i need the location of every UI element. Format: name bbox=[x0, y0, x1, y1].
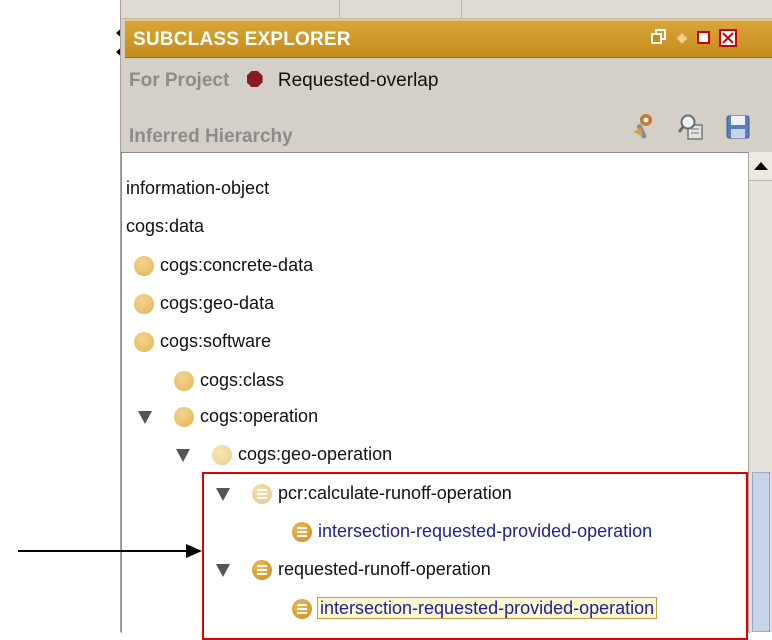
close-icon[interactable] bbox=[719, 29, 737, 47]
annotation-arrow bbox=[18, 550, 188, 552]
tree-row-clipped bbox=[126, 153, 130, 159]
arrow-head-icon bbox=[186, 544, 202, 558]
tree-item[interactable]: cogs:concrete-data bbox=[134, 250, 313, 280]
tree-item-label: information-object bbox=[126, 178, 270, 198]
tree-item-label: cogs:class bbox=[200, 370, 285, 390]
wrench-icon[interactable] bbox=[629, 112, 659, 142]
top-strip bbox=[121, 0, 772, 19]
class-icon bbox=[212, 445, 232, 466]
class-icon bbox=[134, 256, 154, 277]
tree-item[interactable]: information-object bbox=[126, 173, 269, 203]
tree-item[interactable]: cogs:software bbox=[134, 326, 271, 356]
hierarchy-label: Inferred Hierarchy bbox=[129, 126, 293, 147]
scroll-up-icon[interactable] bbox=[749, 152, 772, 181]
restore-icon[interactable] bbox=[651, 29, 667, 45]
tree-item[interactable]: cogs:data bbox=[126, 211, 204, 241]
class-icon bbox=[174, 371, 194, 392]
search-icon[interactable] bbox=[677, 112, 707, 142]
tree-item[interactable]: cogs:operation bbox=[138, 401, 318, 431]
project-label: For Project bbox=[129, 70, 230, 91]
tree-item-label: cogs:concrete-data bbox=[160, 255, 314, 275]
vertical-scrollbar[interactable] bbox=[748, 152, 772, 632]
project-name: Requested-overlap bbox=[277, 70, 439, 91]
tree-item[interactable]: cogs:geo-operation bbox=[176, 439, 392, 469]
tree-item-label: cogs:operation bbox=[200, 406, 319, 426]
expand-toggle-icon[interactable] bbox=[176, 448, 190, 462]
highlight-box bbox=[202, 472, 748, 640]
panel-titlebar: SUBCLASS EXPLORER ◆ bbox=[125, 20, 772, 58]
project-row: For Project Requested-overlap bbox=[129, 70, 438, 94]
tree-item-label: cogs:geo-data bbox=[160, 293, 275, 313]
project-icon bbox=[246, 71, 263, 87]
tree-item-label: cogs:geo-operation bbox=[238, 444, 393, 464]
class-icon bbox=[134, 294, 154, 315]
tree-item[interactable]: cogs:geo-data bbox=[134, 288, 274, 318]
pin-icon[interactable]: ◆ bbox=[674, 29, 690, 45]
tree-item-label: cogs:data bbox=[126, 216, 205, 236]
expand-toggle-icon[interactable] bbox=[138, 410, 152, 424]
class-icon bbox=[134, 332, 154, 353]
strip-divider bbox=[461, 0, 462, 18]
tree-item-label: cogs:software bbox=[160, 331, 272, 351]
scroll-thumb[interactable] bbox=[752, 472, 770, 632]
panel-title: SUBCLASS EXPLORER bbox=[133, 29, 351, 50]
strip-divider bbox=[339, 0, 340, 18]
tree-item[interactable]: cogs:class bbox=[174, 365, 284, 395]
class-icon bbox=[174, 407, 194, 428]
maximize-icon[interactable] bbox=[697, 31, 710, 44]
save-icon[interactable] bbox=[723, 112, 753, 142]
